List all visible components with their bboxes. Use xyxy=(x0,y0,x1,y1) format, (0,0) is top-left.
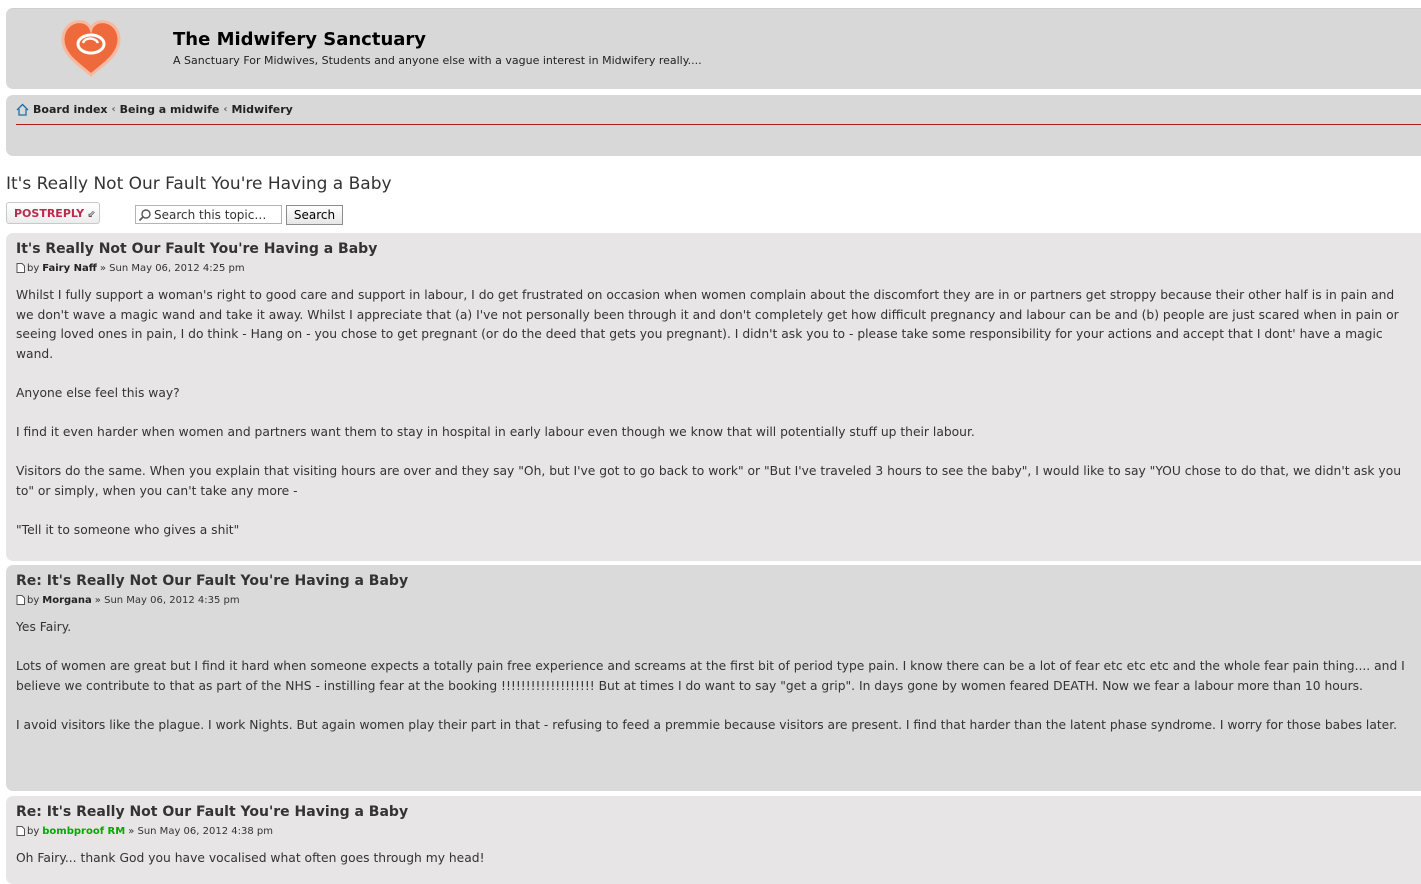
by-label: by xyxy=(27,594,40,606)
post-date: » Sun May 06, 2012 4:25 pm xyxy=(99,262,245,274)
post-paragraph: Visitors do the same. When you explain t… xyxy=(16,464,1402,498)
post-paragraph: Anyone else feel this way? xyxy=(16,385,180,400)
post-paragraph: Yes Fairy. xyxy=(16,620,72,634)
breadcrumb-separator: ‹ xyxy=(223,104,228,115)
post-author-line: by Morgana » Sun May 06, 2012 4:35 pm xyxy=(16,593,1421,607)
post-date: » Sun May 06, 2012 4:38 pm xyxy=(128,825,273,837)
post-paragraph: Lots of women are great but I find it ha… xyxy=(16,659,1405,693)
post-content: Yes Fairy. Lots of women are great but I… xyxy=(16,618,1421,736)
post-paragraph: "Tell it to someone who gives a shit" xyxy=(16,523,240,538)
post: Re: It's Really Not Our Fault You're Hav… xyxy=(6,565,1421,791)
by-label: by xyxy=(27,262,40,274)
post-title[interactable]: Re: It's Really Not Our Fault You're Hav… xyxy=(16,572,1421,590)
post-title[interactable]: Re: It's Really Not Our Fault You're Hav… xyxy=(16,803,1421,821)
post: It's Really Not Our Fault You're Having … xyxy=(6,233,1421,561)
post-reply-button[interactable]: POSTREPLY ⇙ xyxy=(6,202,100,224)
post-reply-label: POSTREPLY xyxy=(14,207,85,220)
heart-logo-icon[interactable] xyxy=(60,19,122,79)
post-content: Oh Fairy... thank God you have vocalised… xyxy=(16,849,1421,869)
post-icon[interactable] xyxy=(16,826,25,836)
search-button[interactable]: Search xyxy=(286,205,343,225)
search-icon xyxy=(138,208,151,221)
navbar: Board index ‹ Being a midwife ‹ Midwifer… xyxy=(6,95,1421,156)
topic-title[interactable]: It's Really Not Our Fault You're Having … xyxy=(6,174,392,194)
home-icon xyxy=(16,103,29,116)
breadcrumb-separator: ‹ xyxy=(111,104,116,115)
breadcrumb-midwifery[interactable]: Midwifery xyxy=(231,103,292,116)
post-author[interactable]: bombproof RM xyxy=(42,826,125,837)
breadcrumb-board-index[interactable]: Board index xyxy=(33,103,108,116)
reply-arrow-icon: ⇙ xyxy=(87,209,96,220)
search-topic-input[interactable] xyxy=(154,207,279,222)
search-topic-field[interactable] xyxy=(135,205,282,224)
site-title[interactable]: The Midwifery Sanctuary xyxy=(173,29,426,50)
post-icon[interactable] xyxy=(16,595,25,605)
site-header: The Midwifery Sanctuary A Sanctuary For … xyxy=(6,8,1421,89)
nav-divider xyxy=(16,124,1421,125)
post: Re: It's Really Not Our Fault You're Hav… xyxy=(6,796,1421,884)
post-paragraph: Oh Fairy... thank God you have vocalised… xyxy=(16,851,485,865)
breadcrumb-being-a-midwife[interactable]: Being a midwife xyxy=(120,103,220,116)
post-content: Whilst I fully support a woman's right t… xyxy=(16,286,1421,541)
post-paragraph: Whilst I fully support a woman's right t… xyxy=(16,288,1399,361)
post-author[interactable]: Morgana xyxy=(42,595,92,606)
by-label: by xyxy=(27,825,40,837)
post-icon[interactable] xyxy=(16,263,25,273)
post-paragraph: I find it even harder when women and par… xyxy=(16,425,975,440)
post-author-line: by Fairy Naff » Sun May 06, 2012 4:25 pm xyxy=(16,261,1421,275)
site-description: A Sanctuary For Midwives, Students and a… xyxy=(173,54,702,67)
post-author-line: by bombproof RM » Sun May 06, 2012 4:38 … xyxy=(16,824,1421,838)
post-title[interactable]: It's Really Not Our Fault You're Having … xyxy=(16,240,1421,258)
post-author[interactable]: Fairy Naff xyxy=(42,263,97,274)
post-paragraph: I avoid visitors like the plague. I work… xyxy=(16,717,1398,732)
post-date: » Sun May 06, 2012 4:35 pm xyxy=(94,594,240,606)
breadcrumb: Board index ‹ Being a midwife ‹ Midwifer… xyxy=(16,103,293,116)
